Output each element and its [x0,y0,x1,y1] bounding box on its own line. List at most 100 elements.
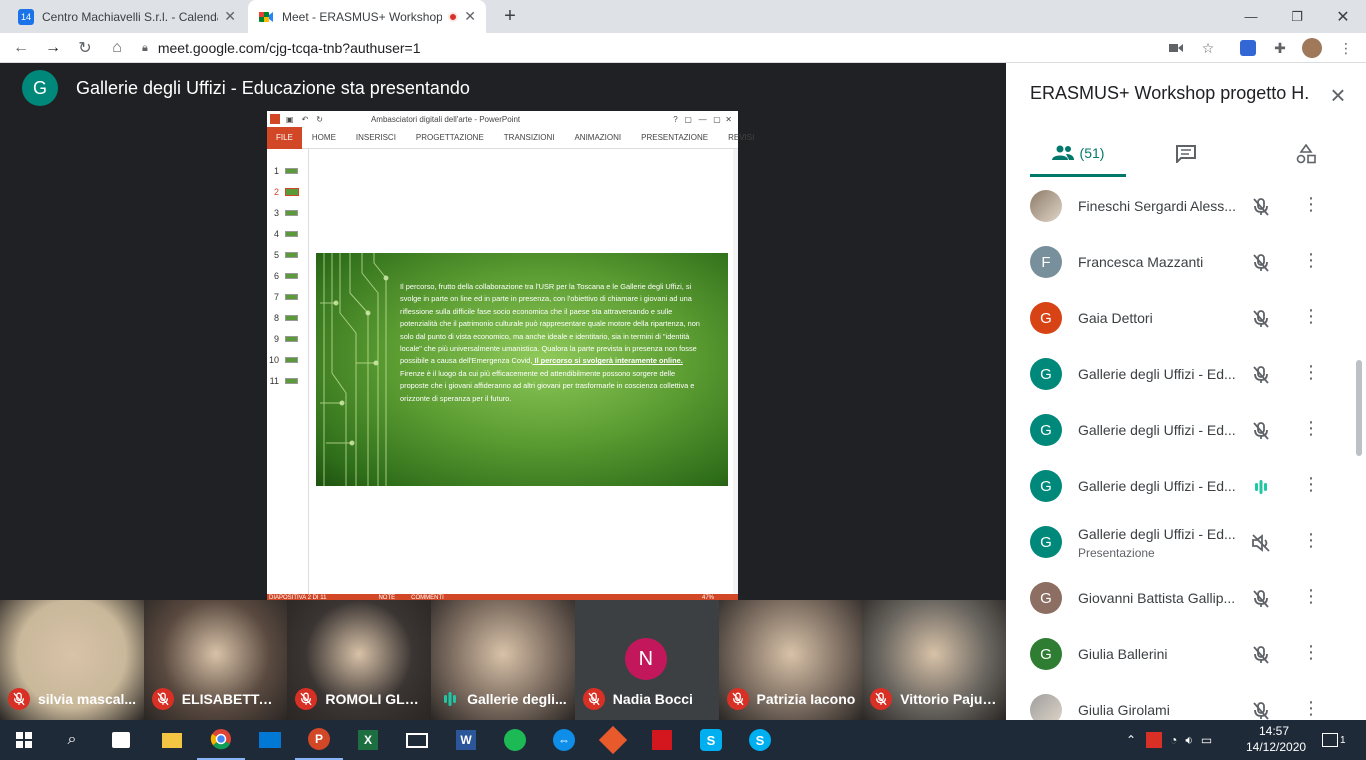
system-tray[interactable]: ⌃ ◔ 🔉︎ ▭ [1126,720,1212,760]
slide-thumbnail[interactable]: 10 [269,349,298,370]
presenter-banner: G Gallerie degli Uffizi - Educazione sta… [22,70,470,106]
participant-row[interactable]: G Gaia Dettori ⋮ [1006,290,1366,346]
extension-icon[interactable] [1234,33,1262,63]
participant-tile[interactable]: Gallerie degli... [431,600,576,720]
participant-row[interactable]: G Giulia Ballerini ⋮ [1006,626,1366,682]
participant-row[interactable]: F Francesca Mazzanti ⋮ [1006,234,1366,290]
slide-thumbnail[interactable]: 8 [269,307,298,328]
tab-people[interactable]: (51) [1030,131,1126,177]
taskbar-clock[interactable]: 14:57 14/12/2020 [1246,723,1306,755]
bookmark-star-icon[interactable]: ☆ [1194,33,1222,63]
chrome-icon[interactable] [197,720,245,760]
participant-row[interactable]: G Giovanni Battista Gallip... ⋮ [1006,570,1366,626]
ppt-scrollbar [733,149,738,594]
more-options-icon[interactable]: ⋮ [1302,250,1320,274]
slide-thumbnail[interactable]: 11 [269,370,298,391]
new-tab-button[interactable]: + [498,0,522,33]
forward-icon[interactable]: → [38,33,68,63]
slide-thumbnail[interactable]: 6 [269,265,298,286]
notification-center-icon[interactable]: 1 [1322,720,1346,760]
participant-row[interactable]: G Gallerie degli Uffizi - Ed... ⋮ [1006,346,1366,402]
participant-row[interactable]: G Gallerie degli Uffizi - Ed... ⋮ [1006,402,1366,458]
reload-icon[interactable]: ↻ [70,33,100,63]
tab-chat[interactable] [1156,131,1216,177]
extensions-puzzle-icon[interactable]: ✚ [1266,33,1294,63]
tab-calendar[interactable]: 14 Centro Machiavelli S.r.l. - Calendari… [8,0,246,33]
mic-off-icon[interactable] [1250,252,1272,274]
camera-icon[interactable] [1162,33,1190,63]
mic-off-icon[interactable] [1250,196,1272,218]
close-window-icon[interactable]: ✕ [1320,0,1366,33]
slide-thumbnail[interactable]: 7 [269,286,298,307]
participant-tile[interactable]: Vittorio Pajus... [862,600,1007,720]
participant-tile[interactable]: Patrizia Iacono [718,600,863,720]
back-icon[interactable]: ← [6,33,36,63]
skype-icon[interactable]: S [687,720,735,760]
participant-tile[interactable]: ELISABETTA ... [143,600,288,720]
slide-thumbnail[interactable]: 4 [269,223,298,244]
home-icon[interactable]: ⌂ [102,33,132,63]
acrobat-icon[interactable] [638,720,686,760]
participant-tile[interactable]: N Nadia Bocci [574,600,719,720]
participant-row[interactable]: G Gallerie degli Uffizi - Ed... ⋮ [1006,458,1366,514]
remote-desktop-icon[interactable] [393,720,441,760]
address-bar[interactable]: 🔒︎ meet.google.com/cjg-tcqa-tnb?authuser… [142,36,1232,60]
slide-thumbnail-number: 8 [273,312,279,323]
more-options-icon[interactable]: ⋮ [1302,586,1320,610]
participant-tile[interactable]: ROMOLI GLO... [287,600,432,720]
more-options-icon[interactable]: ⋮ [1302,642,1320,666]
minimize-icon[interactable]: — [1228,0,1274,33]
mail-icon[interactable] [246,720,294,760]
mic-off-icon[interactable] [1250,364,1272,386]
tab-activities[interactable] [1276,131,1336,177]
tray-app-icon[interactable] [1146,732,1163,748]
slide-thumbnail-preview [285,335,298,342]
close-icon[interactable]: ✕ [224,8,236,25]
close-panel-icon[interactable]: × [1324,80,1352,110]
skype-business-icon[interactable]: S [736,720,784,760]
windows-start-icon[interactable] [0,720,48,760]
wifi-icon[interactable]: ◔ [1170,733,1177,747]
menu-kebab-icon[interactable]: ⋮ [1332,33,1360,63]
volume-off-icon[interactable] [1250,532,1272,554]
mic-off-icon[interactable] [1250,588,1272,610]
teamviewer-icon[interactable]: ⇔ [540,720,588,760]
slide-thumbnail[interactable]: 2 [269,181,299,202]
more-options-icon[interactable]: ⋮ [1302,474,1320,498]
app-icon[interactable] [589,720,637,760]
speaking-indicator-icon[interactable] [1250,476,1272,498]
more-options-icon[interactable]: ⋮ [1302,698,1320,720]
participant-row[interactable]: Giulia Girolami ⋮ [1006,682,1366,720]
mic-off-icon[interactable] [1250,420,1272,442]
mic-off-icon[interactable] [1250,308,1272,330]
mic-off-icon[interactable] [1250,700,1272,720]
store-icon[interactable] [97,720,145,760]
mic-off-icon[interactable] [1250,644,1272,666]
more-options-icon[interactable]: ⋮ [1302,306,1320,330]
excel-icon[interactable]: X [344,720,392,760]
more-options-icon[interactable]: ⋮ [1302,418,1320,442]
slide-thumbnail[interactable]: 3 [269,202,298,223]
participant-row[interactable]: G Gallerie degli Uffizi - Ed... Presentazi… [1006,514,1366,570]
word-icon[interactable]: W [442,720,490,760]
slide-thumbnail[interactable]: 5 [269,244,298,265]
restore-icon[interactable]: ❐ [1274,0,1320,33]
file-explorer-icon[interactable] [148,720,196,760]
spotify-icon[interactable] [491,720,539,760]
participant-row[interactable]: Fineschi Sergardi Aless... ⋮ [1006,178,1366,234]
tab-meet[interactable]: Meet - ERASMUS+ Workshop progetto ✕ [248,0,486,33]
battery-icon[interactable]: ▭ [1201,733,1212,747]
profile-avatar[interactable] [1298,33,1326,63]
tray-expand-icon[interactable]: ⌃ [1126,733,1136,747]
powerpoint-app-icon[interactable]: P [295,720,343,760]
slide-thumbnail[interactable]: 1 [269,160,298,181]
volume-icon[interactable]: 🔉︎ [1185,733,1193,748]
participant-list-scrollbar[interactable] [1356,360,1362,456]
search-icon[interactable]: ⌕ [48,720,96,760]
more-options-icon[interactable]: ⋮ [1302,362,1320,386]
close-icon[interactable]: ✕ [464,8,476,25]
slide-thumbnail[interactable]: 9 [269,328,298,349]
more-options-icon[interactable]: ⋮ [1302,530,1320,554]
more-options-icon[interactable]: ⋮ [1302,194,1320,218]
participant-tile[interactable]: silvia mascal... [0,600,144,720]
